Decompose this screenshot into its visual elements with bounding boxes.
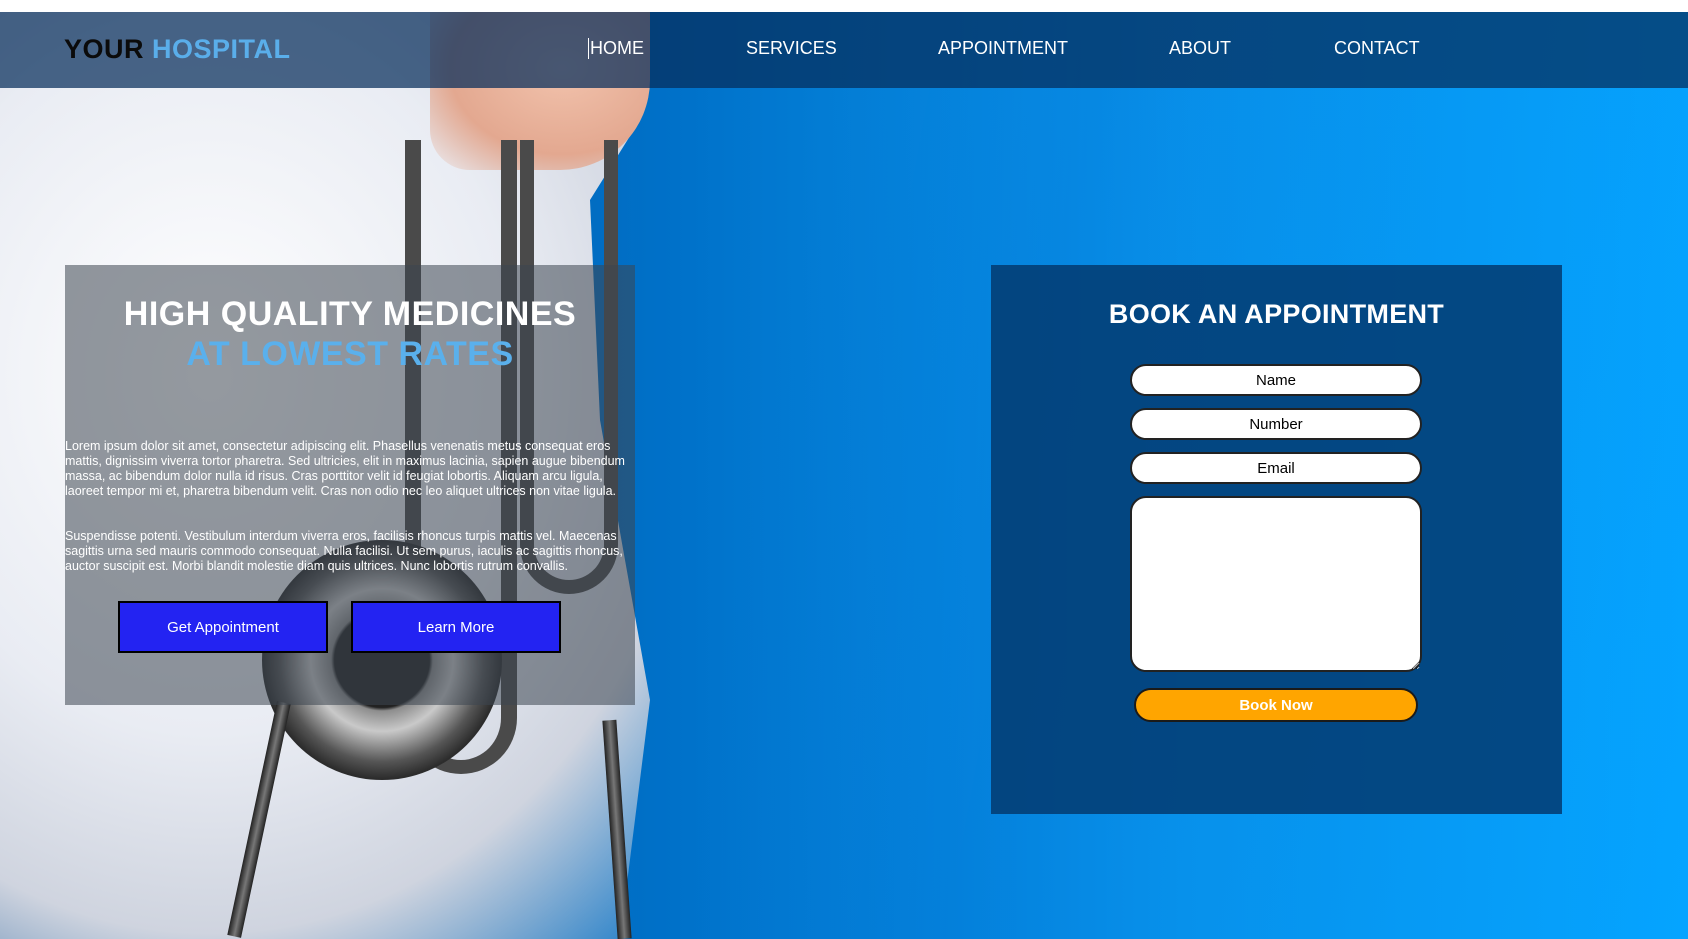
email-input[interactable] — [1130, 452, 1422, 484]
learn-more-button[interactable]: Learn More — [351, 601, 561, 653]
nav-services[interactable]: SERVICES — [746, 38, 837, 59]
name-input[interactable] — [1130, 364, 1422, 396]
hero-title: HIGH QUALITY MEDICINES — [123, 295, 577, 333]
number-input[interactable] — [1130, 408, 1422, 440]
logo[interactable]: YOUR HOSPITAL — [64, 34, 291, 65]
nav-home[interactable]: HOME — [588, 38, 644, 59]
appointment-form: BOOK AN APPOINTMENT Book Now — [991, 265, 1562, 814]
hero-paragraph-2: Suspendisse potenti. Vestibulum interdum… — [65, 529, 623, 573]
logo-part-2: HOSPITAL — [152, 34, 291, 64]
form-title: BOOK AN APPOINTMENT — [1108, 299, 1445, 329]
top-strip — [0, 0, 1688, 12]
nav-contact[interactable]: CONTACT — [1334, 38, 1420, 59]
hero-subtitle: AT LOWEST RATES — [186, 335, 514, 373]
nav-appointment[interactable]: APPOINTMENT — [938, 38, 1068, 59]
get-appointment-button[interactable]: Get Appointment — [118, 601, 328, 653]
hero-panel: HIGH QUALITY MEDICINES AT LOWEST RATES L… — [65, 265, 635, 705]
navbar: YOUR HOSPITAL HOME SERVICES APPOINTMENT … — [0, 12, 1688, 88]
book-now-button[interactable]: Book Now — [1134, 688, 1418, 722]
logo-part-1: YOUR — [64, 34, 145, 64]
nav-about[interactable]: ABOUT — [1169, 38, 1231, 59]
message-textarea[interactable] — [1130, 496, 1422, 672]
hero-paragraph-1: Lorem ipsum dolor sit amet, consectetur … — [65, 439, 625, 498]
